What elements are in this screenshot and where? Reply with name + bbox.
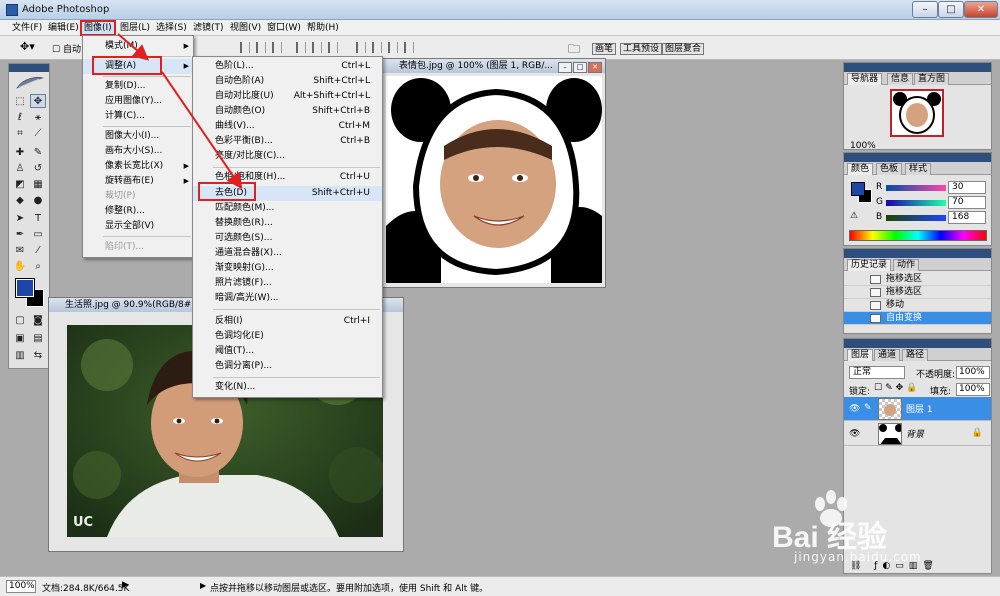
status-zoom-field[interactable]: 100%: [6, 580, 36, 593]
foreground-color-swatch[interactable]: [15, 278, 35, 298]
document-info[interactable]: 文档:284.8K/664.5K: [42, 581, 129, 594]
status-hint-arrow-icon: ▶: [200, 581, 207, 590]
status-menu-arrow-icon[interactable]: ▶: [122, 580, 129, 590]
status-bar: 100% 文档:284.8K/664.5K ▶ ▶ 点按并拖移以移动图层或选区。…: [0, 576, 1000, 596]
color-fg-swatch[interactable]: [851, 182, 865, 196]
baidu-watermark: Bai 经验 jingyan.baidu.com: [770, 490, 970, 574]
status-hint: 点按并拖移以移动图层或选区。要用附加选项，使用 Shift 和 Alt 键。: [210, 584, 489, 594]
baidu-url-text: jingyan.baidu.com: [794, 550, 922, 564]
